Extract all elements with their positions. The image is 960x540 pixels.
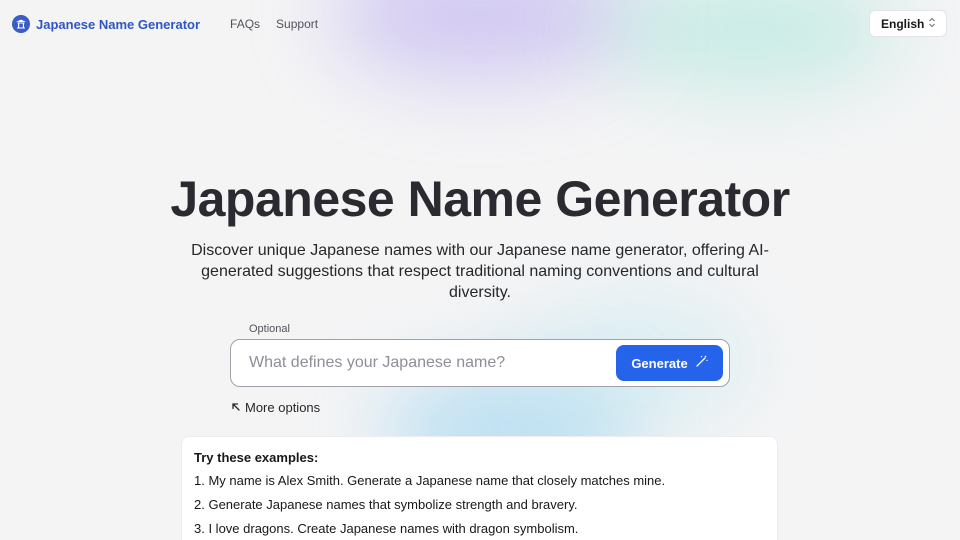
magic-wand-icon [695, 355, 708, 371]
prompt-input[interactable] [249, 354, 616, 372]
nav-faqs-link[interactable]: FAQs [230, 17, 260, 31]
example-item[interactable]: 2. Generate Japanese names that symboliz… [194, 497, 765, 513]
language-select[interactable]: English [869, 10, 947, 37]
examples-title: Try these examples: [194, 450, 319, 465]
logo-link[interactable]: Japanese Name Generator [12, 15, 200, 33]
arrow-up-left-icon [231, 400, 241, 415]
page-title: Japanese Name Generator [170, 171, 790, 227]
generate-button[interactable]: Generate [616, 345, 723, 381]
top-header: Japanese Name Generator FAQs Support Eng… [0, 0, 960, 48]
chevron-up-down-icon [928, 17, 936, 30]
more-options-label: More options [245, 400, 321, 415]
generate-button-label: Generate [631, 355, 688, 371]
main-nav: FAQs Support [230, 17, 318, 31]
example-item[interactable]: 1. My name is Alex Smith. Generate a Jap… [194, 473, 765, 489]
nav-support-link[interactable]: Support [276, 17, 318, 31]
temple-logo-icon [12, 15, 30, 33]
prompt-input-container: Generate [230, 339, 730, 387]
page-subtitle: Discover unique Japanese names with our … [191, 242, 769, 301]
example-item[interactable]: 3. I love dragons. Create Japanese names… [194, 521, 765, 537]
examples-card: Try these examples: 1. My name is Alex S… [181, 436, 778, 540]
language-value: English [881, 16, 925, 31]
more-options-toggle[interactable]: More options [231, 400, 320, 415]
optional-label: Optional [249, 323, 290, 335]
logo-text: Japanese Name Generator [36, 16, 201, 32]
